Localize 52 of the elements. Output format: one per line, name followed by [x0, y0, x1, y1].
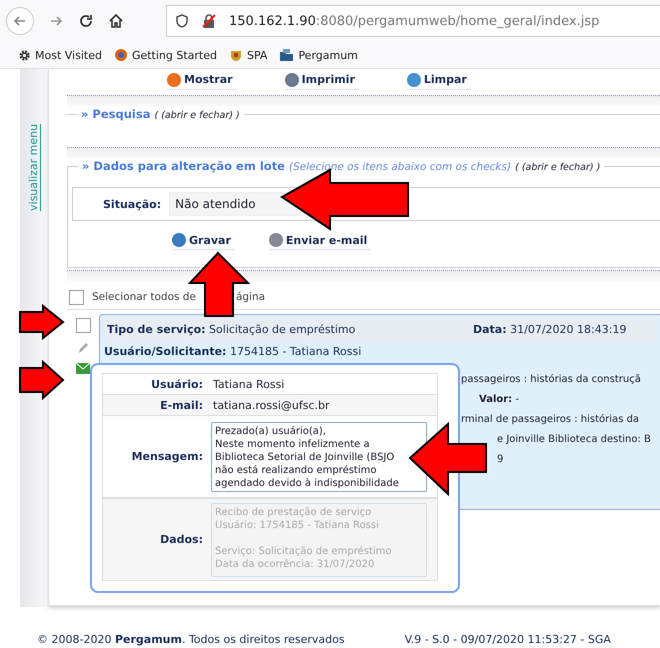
record-detail: Valor: - — [478, 394, 520, 405]
field-label: Mensagem: — [130, 450, 204, 463]
toggle-link[interactable]: ( (abrir e fechar) ) — [515, 162, 600, 173]
bookmark-link[interactable]: Most Visited — [18, 48, 102, 62]
section-title[interactable]: » Dados para alteração em lote — [82, 159, 285, 173]
gear-icon — [18, 48, 31, 62]
status-select[interactable]: Não atendido — [169, 192, 302, 216]
crest-icon — [229, 48, 243, 62]
field-label: E-mail: — [159, 398, 204, 412]
record-detail: 9 — [496, 454, 504, 465]
record-detail: passageiros : histórias da construçã — [461, 374, 642, 385]
service-type: Tipo de serviço: Solicitação de empréstimo — [107, 323, 356, 336]
shield-icon[interactable] — [175, 14, 189, 28]
back-button[interactable] — [6, 7, 34, 35]
requester: Usuário/Solicitante: 1754185 - Tatiana Rossi — [103, 344, 362, 358]
request-date: Data: 31/07/2020 18:43:19 — [473, 323, 628, 336]
insecure-lock-icon[interactable] — [201, 13, 217, 29]
field-label: Usuário: — [150, 378, 204, 390]
field-value: tatiana.rossi@ufsc.br — [212, 398, 330, 412]
action-button[interactable]: Enviar e-mail — [268, 233, 372, 250]
bookmark-link[interactable]: Pergamum — [279, 48, 358, 62]
record-detail: rminal de passageiros : histórias da — [461, 414, 640, 425]
checkbox[interactable] — [69, 290, 84, 304]
toolbar-button[interactable]: Mostrar — [167, 72, 237, 90]
bookmark-link[interactable]: SPA — [229, 48, 268, 62]
record-detail: e Joinville Biblioteca destino: B — [496, 434, 652, 445]
toolbar-button[interactable]: Limpar — [406, 72, 471, 90]
arrow — [19, 360, 64, 400]
home-icon[interactable] — [108, 13, 124, 29]
folder-icon — [279, 48, 294, 62]
section-hint: (Selecione os itens abaixo com os checks) — [289, 161, 512, 173]
pencil-icon[interactable] — [77, 341, 89, 355]
globe-icon — [114, 48, 128, 62]
envelope-icon[interactable] — [76, 363, 90, 374]
field-label: Dados: — [159, 533, 204, 546]
select-all-label: ágina — [236, 291, 266, 303]
reload-icon[interactable] — [78, 13, 94, 29]
select-all-label: Selecionar todos de — [92, 291, 196, 303]
checkbox[interactable] — [76, 318, 90, 333]
arrow — [19, 304, 65, 340]
field-label: Situação: — [103, 198, 162, 210]
url-text: 150.162.1.90:8080/pergamumweb/home_geral/index.jsp — [229, 14, 600, 28]
message-textarea[interactable]: Prezado(a) usuário(a), Neste momento infelizmente a Biblioteca Setorial de Joinville (BSJO não está realizando empréstimo agendado devido à indisponibilidade — [211, 422, 427, 492]
toggle-link[interactable]: ( (abrir e fechar) ) — [154, 110, 240, 121]
action-button[interactable]: Gravar — [172, 233, 235, 250]
address-bar[interactable]: 150.162.1.90:8080/pergamumweb/home_geral/index.jsp — [166, 5, 660, 37]
version-text: V.9 - S.0 - 09/07/2020 11:53:27 - SGA — [404, 633, 611, 646]
bookmark-link[interactable]: Getting Started — [114, 48, 217, 62]
copyright-text: © 2008-2020 Pergamum. Todos os direitos reservados — [37, 633, 345, 646]
toolbar-button[interactable]: Imprimir — [284, 72, 359, 90]
section-title[interactable]: » Pesquisa — [81, 107, 150, 121]
field-value: Tatiana Rossi — [212, 378, 284, 390]
